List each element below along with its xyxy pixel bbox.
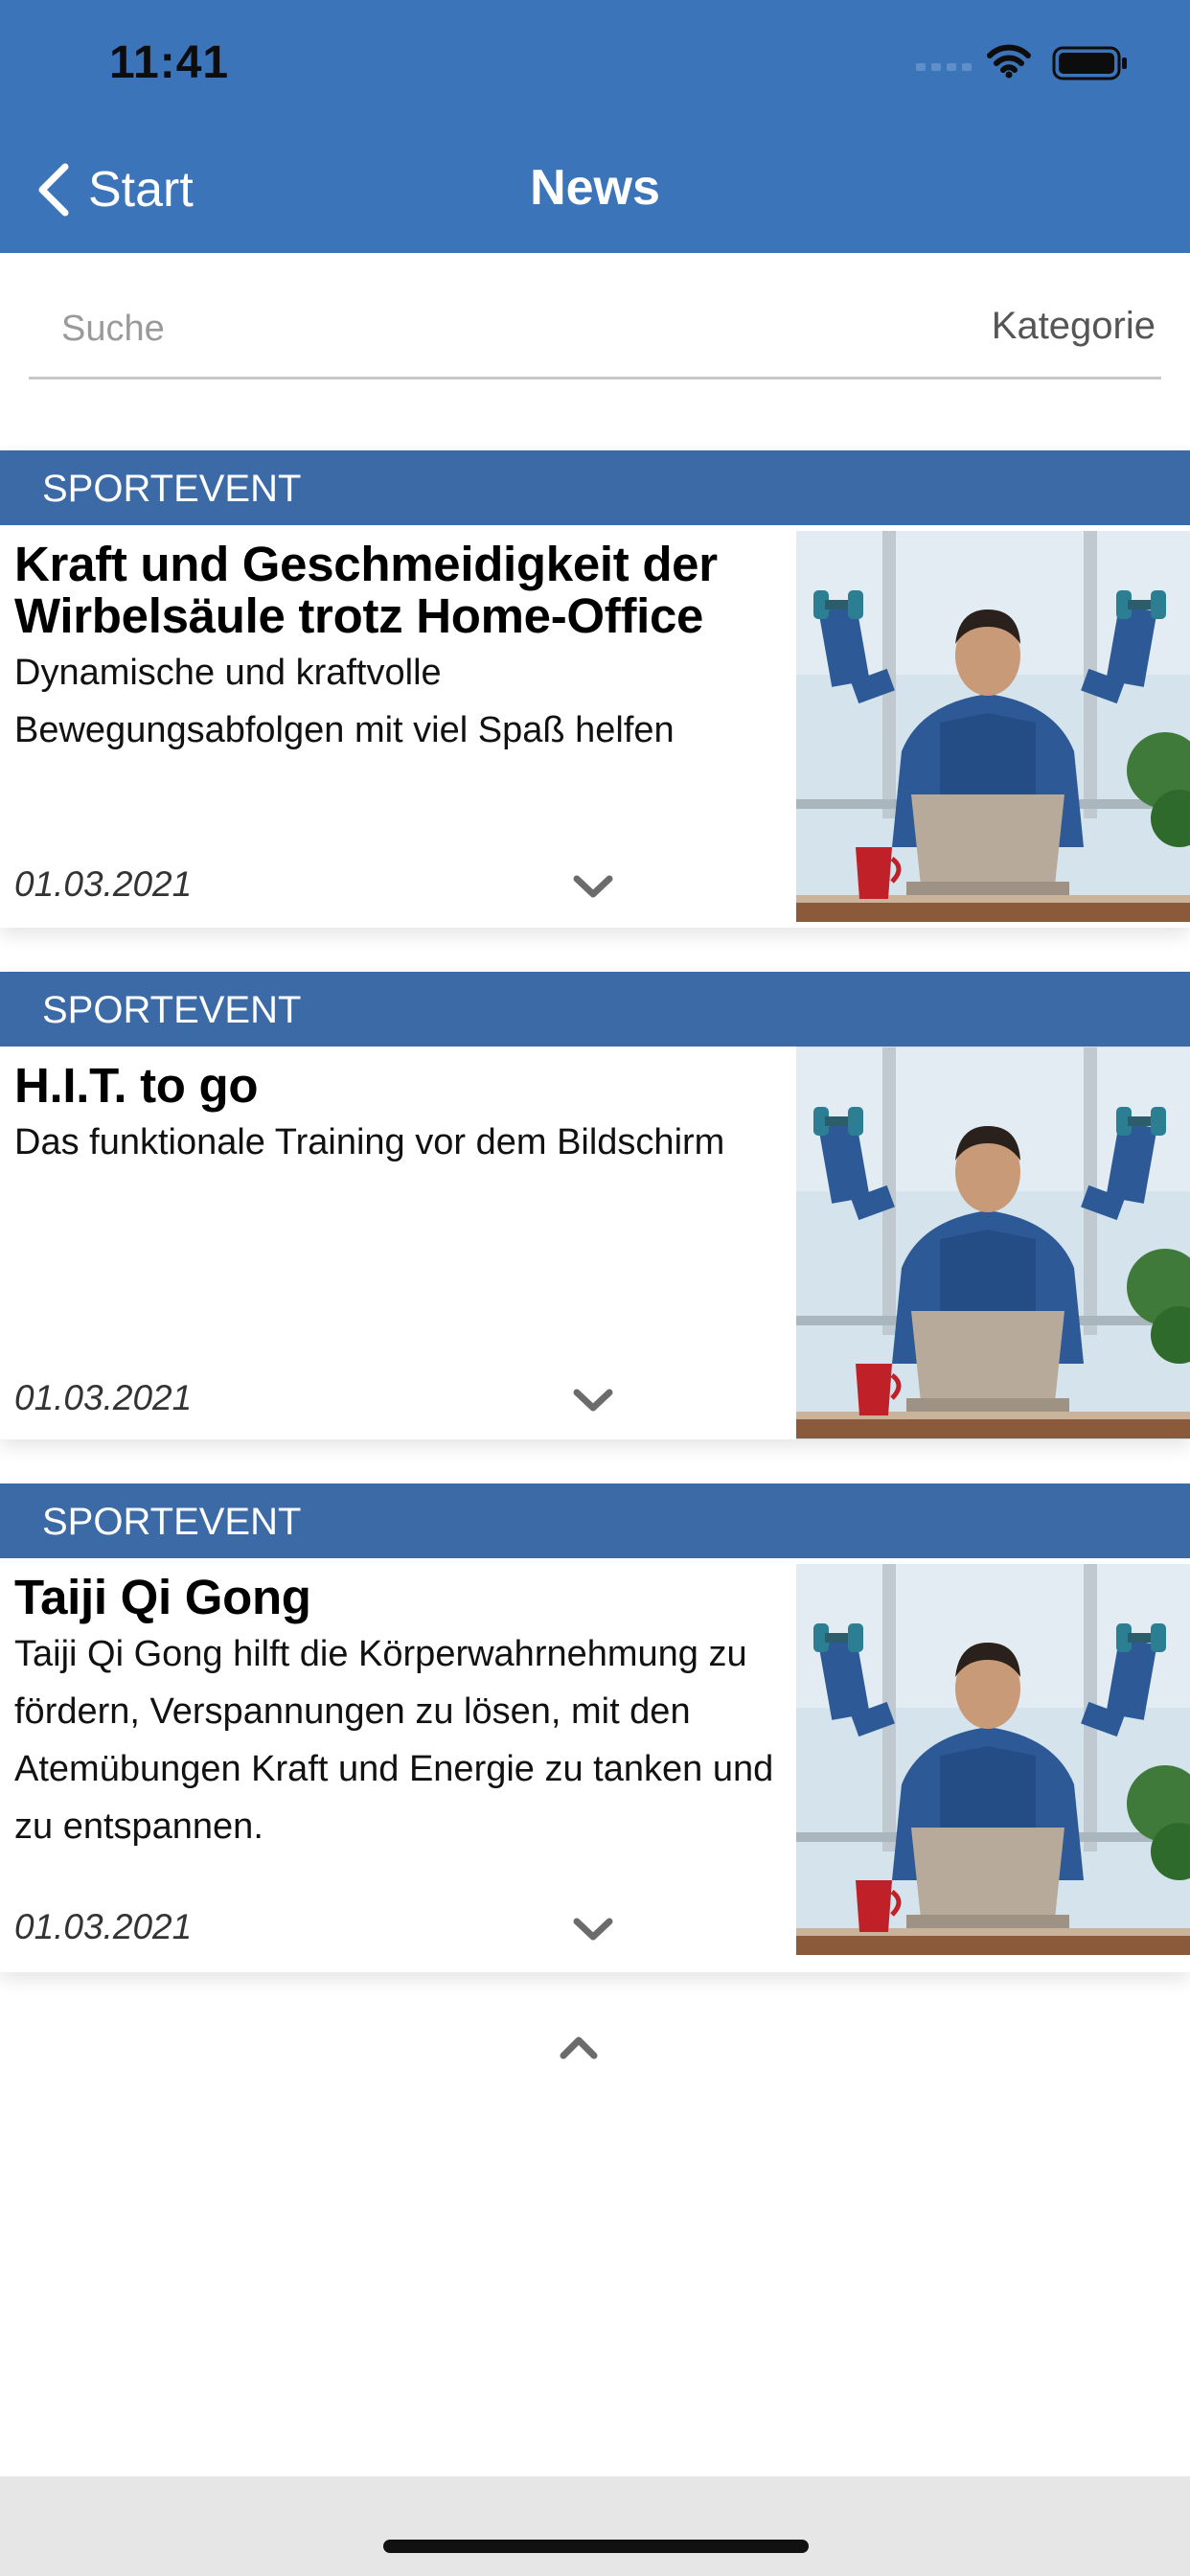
news-photo [796,531,1190,922]
news-date: 01.03.2021 [14,1378,193,1417]
category-label: SPORTEVENT [0,1484,1190,1558]
category-label: SPORTEVENT [0,972,1190,1046]
home-indicator-area [0,2476,1190,2576]
news-date: 01.03.2021 [14,864,193,904]
news-card[interactable]: SPORTEVENT Taiji Qi Gong Taiji Qi Gong h… [0,1484,1190,1972]
news-image [796,1564,1190,1955]
news-title: Taiji Qi Gong [14,1570,311,1624]
header: 11:41 Start News [0,0,1190,253]
category-dropdown[interactable]: Kategorie [992,305,1156,348]
news-photo [796,1047,1190,1438]
chevron-down-icon[interactable] [571,872,615,901]
news-description: Dynamische und kraftvolle Bewegungsabfol… [14,653,675,750]
news-title: Kraft und Geschmeidigkeit der Wirbelsäul… [14,537,718,643]
news-description: Taiji Qi Gong hilft die Körperwahrnehmun… [14,1634,774,1847]
search-bar: Kategorie [29,288,1161,380]
wifi-icon [987,44,1031,79]
news-card[interactable]: SPORTEVENT Kraft und Geschmeidigkeit der… [0,450,1190,928]
chevron-down-icon[interactable] [571,1386,615,1414]
chevron-up-icon[interactable] [558,2034,600,2062]
news-title: H.I.T. to go [14,1058,259,1113]
status-time: 11:41 [109,37,230,88]
page-title: News [530,160,660,216]
search-input[interactable] [61,303,732,355]
home-indicator[interactable] [383,2540,809,2553]
battery-icon [1052,46,1127,80]
news-card[interactable]: SPORTEVENT H.I.T. to go Das funktionale … [0,972,1190,1439]
news-image [796,1046,1190,1439]
news-photo [796,1564,1190,1955]
news-description: Das funktionale Training vor dem Bildsch… [14,1122,725,1162]
news-screen: 11:41 Start News Kategorie [0,0,1190,2576]
category-label: SPORTEVENT [0,450,1190,525]
news-date: 01.03.2021 [14,1907,193,1946]
cellular-signal-icon [916,63,972,71]
chevron-down-icon[interactable] [571,1915,615,1944]
news-image [796,531,1190,922]
